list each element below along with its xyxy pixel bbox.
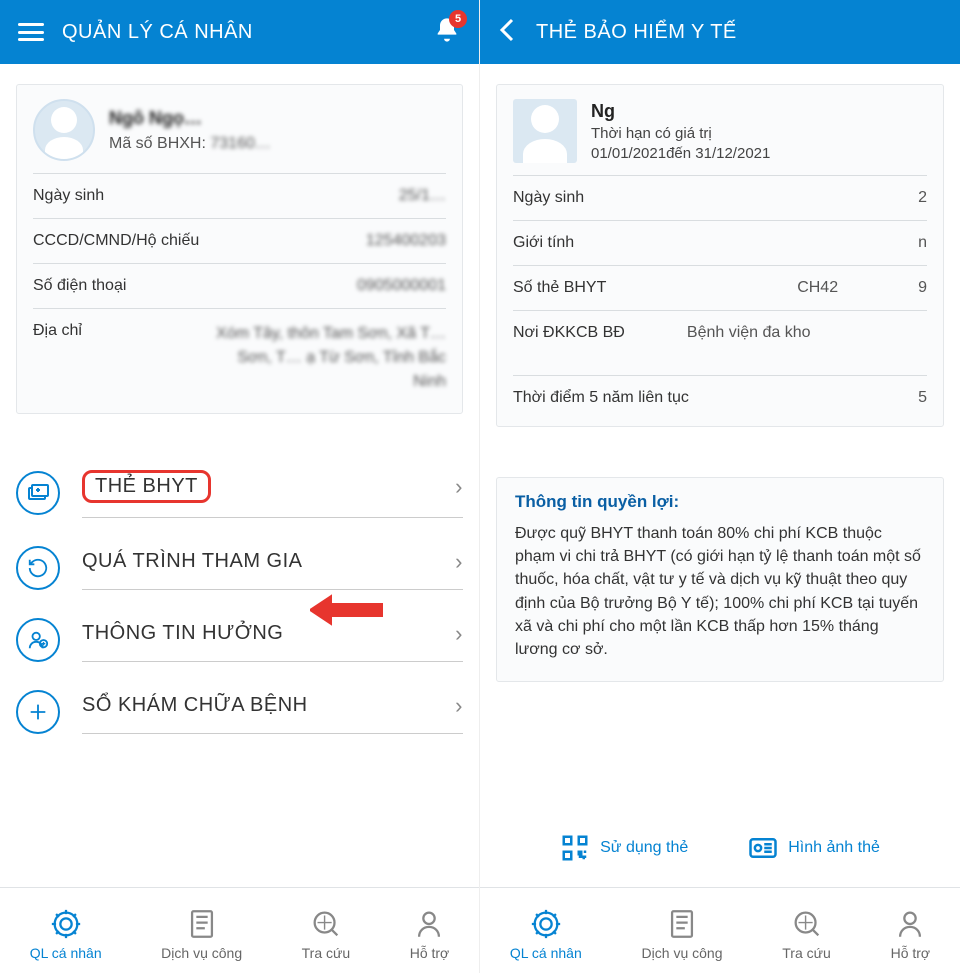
validity-label: Thời hạn có giá trị [591,125,770,142]
menu-icon[interactable] [18,23,44,41]
qr-icon: Sử dụng thẻ [600,839,688,857]
header-title: THẺ BẢO HIỂM Y TẾ [536,21,737,44]
validity-value: 01/01/2021đến 31/12/2021 [591,145,770,162]
nav-support[interactable]: Hỗ trợ [891,907,931,961]
header-title: QUẢN LÝ CÁ NHÂN [62,21,253,44]
plus-icon [16,690,60,734]
bhyt-card: Ng Thời hạn có giá trị 01/01/2021đến 31/… [496,84,944,427]
notification-badge: 5 [449,10,467,28]
content: Ng Thời hạn có giá trị 01/01/2021đến 31/… [480,64,960,887]
avatar [513,99,577,163]
id-card-icon: Hình ảnh thẻ [788,839,880,857]
chevron-right-icon: › [455,549,463,575]
user-info-icon [16,618,60,662]
personal-management-screen: QUẢN LÝ CÁ NHÂN 5 Ngô Ngọ… Mã số BHXH: 7… [0,0,480,973]
card-number-row: Số thẻ BHYT CH429 [513,265,927,310]
use-card-button[interactable]: Sử dụng thẻ [560,833,688,863]
header: THẺ BẢO HIỂM Y TẾ [480,0,960,64]
benefits-title: Thông tin quyền lợi: [515,492,925,512]
chevron-right-icon: › [455,621,463,647]
dob-row: Ngày sinh 25/1… [33,173,446,218]
nav-search[interactable]: Tra cứu [782,907,831,961]
bhxh-code: Mã số BHXH: 73160… [109,135,271,153]
benefits-text: Được quỹ BHYT thanh toán 80% chi phí KCB… [515,522,925,661]
hospital-row: Nơi ĐKKCB BĐ Bệnh viện đa kho [513,310,927,355]
chevron-right-icon: › [455,693,463,719]
benefits-card: Thông tin quyền lợi: Được quỹ BHYT thanh… [496,477,944,682]
profile-card: Ngô Ngọ… Mã số BHXH: 73160… Ngày sinh 25… [16,84,463,414]
notifications-button[interactable]: 5 [433,16,461,49]
nav-search[interactable]: Tra cứu [302,907,351,961]
five-year-row: Thời điểm 5 năm liên tục 5 [513,375,927,420]
menu: THẺ BHYT › QUÁ TRÌNH THAM GIA› THÔNG TIN… [16,454,463,748]
content: Ngô Ngọ… Mã số BHXH: 73160… Ngày sinh 25… [0,64,479,887]
phone-row: Số điện thoại 0905000001 [33,263,446,308]
dob-row: Ngày sinh 2 [513,175,927,220]
nav-support[interactable]: Hỗ trợ [410,907,450,961]
nav-service[interactable]: Dịch vụ công [161,907,242,961]
menu-benefit-info[interactable]: THÔNG TIN HƯỞNG› [16,604,463,676]
nav-personal[interactable]: QL cá nhân [30,907,102,961]
nav-personal[interactable]: QL cá nhân [510,907,582,961]
card-icon [16,471,60,515]
avatar [33,99,95,161]
nav-service[interactable]: Dịch vụ công [642,907,723,961]
refresh-icon [16,546,60,590]
back-button[interactable] [498,16,518,49]
bhyt-card-screen: THẺ BẢO HIỂM Y TẾ Ng Thời hạn có giá trị… [480,0,960,973]
menu-bhyt-card[interactable]: THẺ BHYT › [16,454,463,532]
bottom-nav: QL cá nhân Dịch vụ công Tra cứu Hỗ trợ [480,887,960,973]
card-holder-name: Ng [591,101,770,122]
idcard-row: CCCD/CMND/Hộ chiếu 125400203 [33,218,446,263]
profile-name: Ngô Ngọ… [109,108,271,129]
card-actions: Sử dụng thẻ Hình ảnh thẻ [496,823,944,867]
chevron-right-icon: › [455,474,463,500]
card-image-button[interactable]: Hình ảnh thẻ [748,833,880,863]
menu-medical-records[interactable]: SỔ KHÁM CHỮA BỆNH› [16,676,463,748]
bottom-nav: QL cá nhân Dịch vụ công Tra cứu Hỗ trợ [0,887,479,973]
header: QUẢN LÝ CÁ NHÂN 5 [0,0,479,64]
menu-label: THẺ BHYT › [82,468,463,518]
menu-process[interactable]: QUÁ TRÌNH THAM GIA› [16,532,463,604]
gender-row: Giới tính n [513,220,927,265]
address-row: Địa chỉ Xóm Tây, thôn Tam Sơn, Xã T… Sơn… [33,308,446,407]
arrow-annotation [310,592,384,633]
